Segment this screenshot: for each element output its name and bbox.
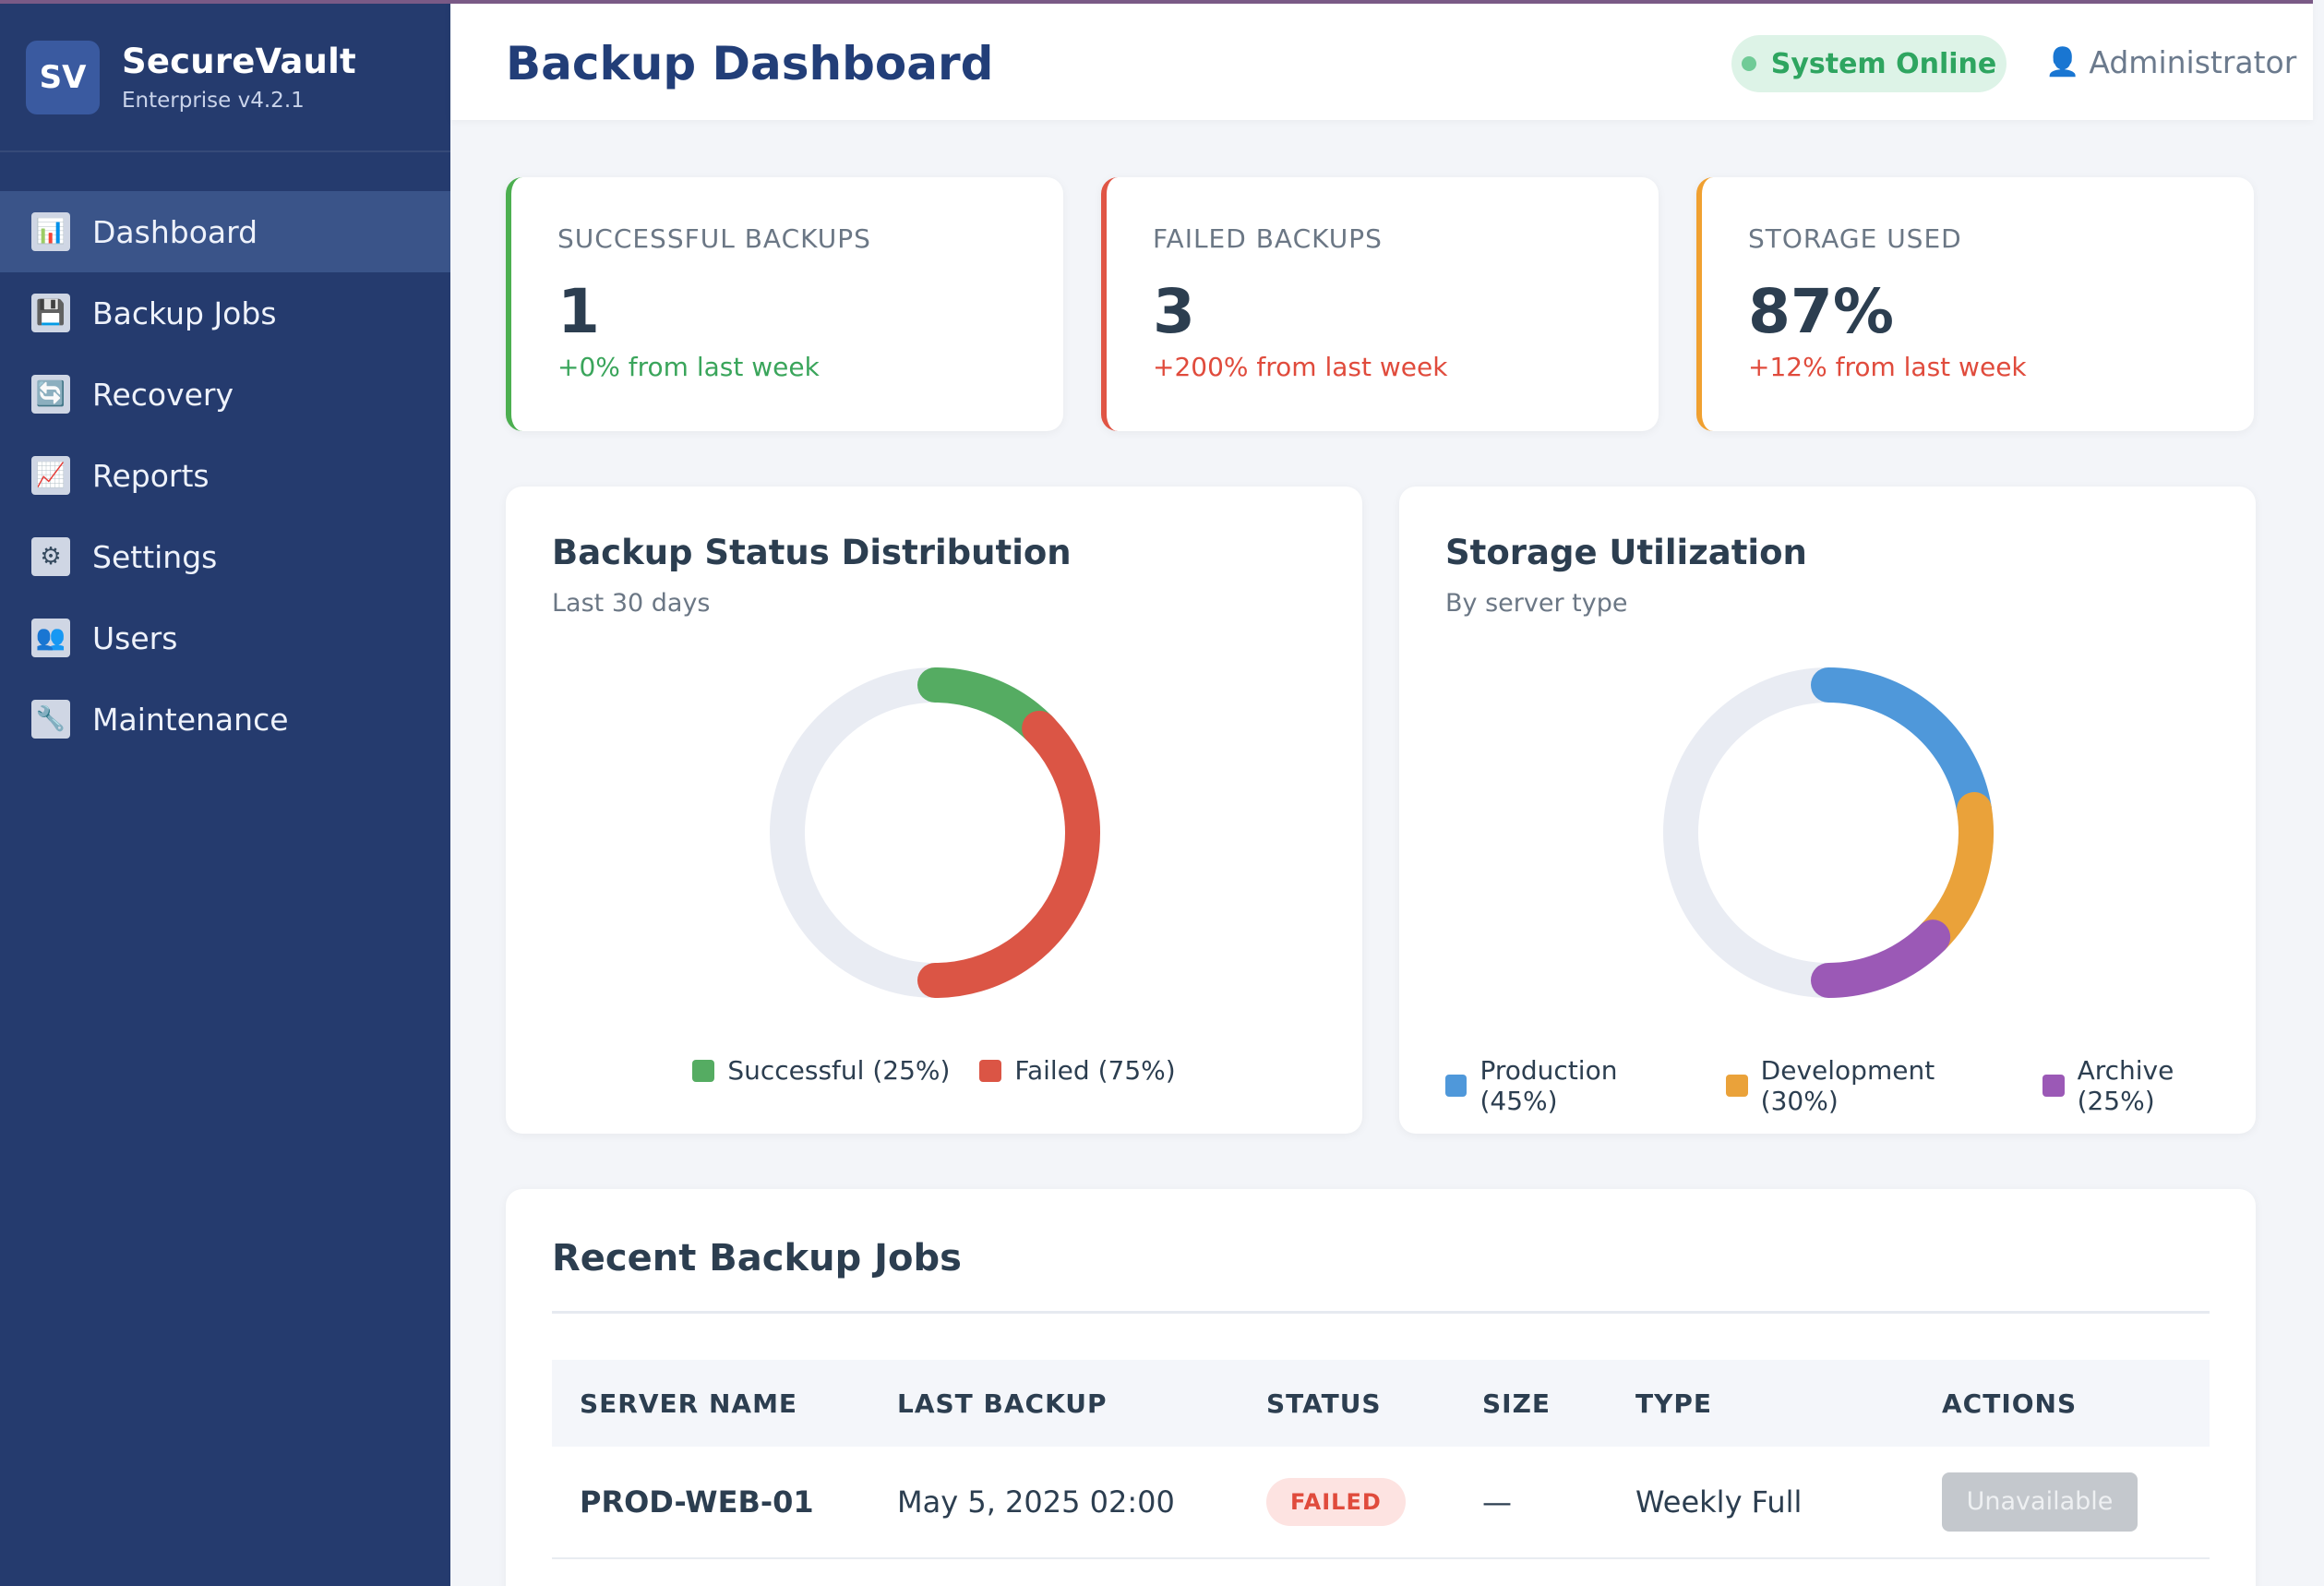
sidebar-item-users[interactable]: 👥 Users (0, 597, 450, 679)
top-header: Backup Dashboard System Online 👤 Adminis… (450, 0, 2313, 120)
stat-value: 87% (1748, 276, 1894, 347)
user-icon: 👤 (2045, 46, 2080, 78)
status-dot-icon (1741, 56, 1756, 71)
legend-item-production: Production (45%) (1445, 1055, 1698, 1116)
storage-utilization-donut-chart (1663, 667, 1994, 998)
sidebar-item-recovery[interactable]: 🔄 Recovery (0, 354, 450, 435)
backup-status-donut-chart (770, 667, 1100, 998)
sidebar-item-dashboard[interactable]: 📊 Dashboard (0, 191, 450, 272)
table-row: PROD-WEB-01 May 5, 2025 02:00 FAILED — W… (552, 1447, 2210, 1559)
sidebar-item-reports[interactable]: 📈 Reports (0, 435, 450, 516)
chart-legend: Production (45%) Development (30%) Archi… (1399, 1055, 2256, 1116)
cell-last-backup: May 5, 2025 02:00 (897, 1484, 1175, 1520)
stat-label: FAILED BACKUPS (1153, 223, 1383, 254)
sidebar-item-label: Recovery (92, 376, 234, 413)
app-root: SV SecureVault Enterprise v4.2.1 📊 Dashb… (0, 0, 2324, 1586)
donut-segment-archive (1811, 919, 1951, 998)
sidebar-item-label: Maintenance (92, 701, 289, 738)
floppy-disk-icon: 💾 (31, 294, 70, 332)
stat-card-successful: SUCCESSFUL BACKUPS 1 +0% from last week (506, 177, 1063, 431)
legend-swatch (1726, 1075, 1748, 1097)
donut-segment-production (1811, 667, 1993, 827)
user-menu[interactable]: 👤 Administrator (2045, 44, 2296, 80)
legend-item-archive: Archive (25%) (2042, 1055, 2256, 1116)
column-header: STATUS (1266, 1388, 1382, 1419)
legend-item-successful: Successful (25%) (692, 1055, 950, 1086)
sidebar-item-backup-jobs[interactable]: 💾 Backup Jobs (0, 272, 450, 354)
storage-utilization-chart-card: Storage Utilization By server type Produ… (1399, 487, 2256, 1134)
legend-swatch (692, 1059, 715, 1082)
section-title: Recent Backup Jobs (552, 1189, 2210, 1314)
sidebar-item-maintenance[interactable]: 🔧 Maintenance (0, 679, 450, 760)
chart-subtitle: By server type (1445, 589, 1628, 618)
brand: SV SecureVault Enterprise v4.2.1 (0, 4, 450, 152)
stat-card-failed: FAILED BACKUPS 3 +200% from last week (1101, 177, 1659, 431)
legend-label: Production (45%) (1479, 1055, 1618, 1116)
wrench-icon: 🔧 (31, 700, 70, 739)
chart-title: Backup Status Distribution (552, 533, 1072, 572)
sidebar-item-label: Reports (92, 457, 210, 494)
brand-version: Enterprise v4.2.1 (122, 89, 305, 113)
legend-item-failed: Failed (75%) (979, 1055, 1176, 1086)
chart-subtitle: Last 30 days (552, 589, 711, 618)
stat-card-storage: STORAGE USED 87% +12% from last week (1696, 177, 2254, 431)
legend-label: Archive (25%) (2077, 1055, 2174, 1116)
sidebar-item-settings[interactable]: ⚙ Settings (0, 516, 450, 597)
column-header: TYPE (1635, 1388, 1713, 1419)
sidebar-item-label: Backup Jobs (92, 294, 277, 331)
column-header: ACTIONS (1942, 1388, 2078, 1419)
legend-swatch (2042, 1075, 2065, 1097)
column-header: SIZE (1482, 1388, 1551, 1419)
cell-server-name: PROD-WEB-01 (580, 1484, 814, 1520)
users-icon: 👥 (31, 619, 70, 657)
sidebar: SV SecureVault Enterprise v4.2.1 📊 Dashb… (0, 0, 450, 1586)
page-title: Backup Dashboard (506, 37, 994, 90)
stat-change: +200% from last week (1153, 352, 1448, 382)
column-header: LAST BACKUP (897, 1388, 1108, 1419)
system-status-badge: System Online (1731, 35, 2007, 92)
status-badge: FAILED (1266, 1478, 1406, 1526)
column-header: SERVER NAME (580, 1388, 798, 1419)
stat-label: STORAGE USED (1748, 223, 1962, 254)
stat-label: SUCCESSFUL BACKUPS (557, 223, 871, 254)
stat-change: +0% from last week (557, 352, 820, 382)
chart-legend: Successful (25%) Failed (75%) (506, 1055, 1362, 1086)
sidebar-item-label: Users (92, 619, 178, 656)
brand-logo: SV (26, 40, 100, 114)
line-chart-icon: 📈 (31, 456, 70, 495)
donut-segment-failed (917, 710, 1100, 998)
refresh-icon: 🔄 (31, 375, 70, 414)
legend-label: Development (30%) (1760, 1055, 1935, 1116)
stat-value: 3 (1153, 276, 1195, 347)
legend-item-development: Development (30%) (1726, 1055, 2015, 1116)
sidebar-nav: 📊 Dashboard 💾 Backup Jobs 🔄 Recovery 📈 R… (0, 191, 450, 760)
stat-value: 1 (557, 276, 600, 347)
unavailable-button[interactable]: Unavailable (1942, 1472, 2138, 1532)
donut-segment-development (1915, 791, 1994, 955)
system-status-label: System Online (1770, 47, 1997, 80)
bar-chart-icon: 📊 (31, 212, 70, 251)
sidebar-item-label: Dashboard (92, 213, 258, 250)
chart-title: Storage Utilization (1445, 533, 1807, 572)
backup-status-chart-card: Backup Status Distribution Last 30 days … (506, 487, 1362, 1134)
legend-label: Failed (75%) (1014, 1055, 1176, 1086)
legend-label: Successful (25%) (727, 1055, 951, 1086)
legend-swatch (979, 1059, 1002, 1082)
sidebar-item-label: Settings (92, 538, 218, 575)
user-name: Administrator (2089, 44, 2297, 80)
legend-swatch (1445, 1075, 1467, 1097)
gear-icon: ⚙ (31, 537, 70, 576)
cell-type: Weekly Full (1635, 1484, 1803, 1520)
brand-name: SecureVault (122, 42, 356, 81)
stat-change: +12% from last week (1748, 352, 2027, 382)
recent-backup-jobs-card: Recent Backup Jobs SERVER NAME LAST BACK… (506, 1189, 2256, 1586)
cell-size: — (1482, 1484, 1512, 1520)
table-header: SERVER NAME LAST BACKUP STATUS SIZE TYPE… (552, 1360, 2210, 1447)
